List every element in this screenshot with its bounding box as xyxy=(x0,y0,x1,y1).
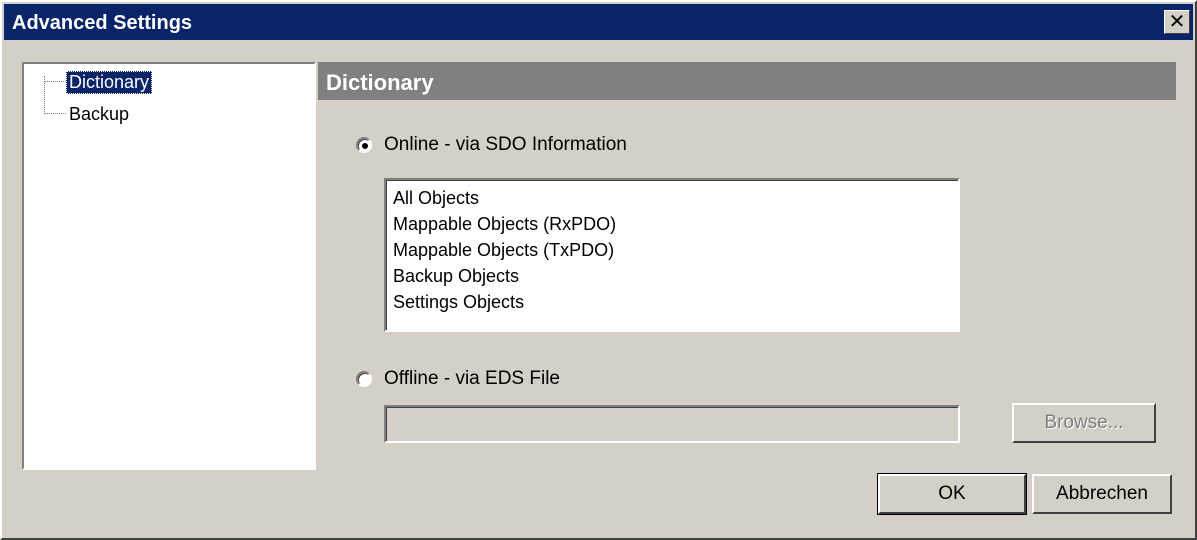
section-header: Dictionary xyxy=(318,62,1176,100)
title-bar: Advanced Settings ✕ xyxy=(4,4,1193,40)
tree-branch-line xyxy=(44,113,66,127)
settings-tree: Dictionary Backup xyxy=(22,62,316,470)
section-title: Dictionary xyxy=(326,70,434,95)
close-icon: ✕ xyxy=(1168,11,1186,33)
online-radio-label: Online - via SDO Information xyxy=(384,134,627,155)
radio-unchecked-icon xyxy=(356,371,372,387)
eds-file-field[interactable] xyxy=(384,405,960,443)
list-item[interactable]: All Objects xyxy=(393,185,958,211)
tree-item-label: Dictionary xyxy=(66,70,153,94)
list-item[interactable]: Backup Objects xyxy=(393,263,958,289)
object-filter-list[interactable]: All Objects Mappable Objects (RxPDO) Map… xyxy=(384,178,960,332)
online-radio[interactable]: Online - via SDO Information xyxy=(356,134,627,156)
offline-radio-label: Offline - via EDS File xyxy=(384,368,560,389)
tree-branch-line xyxy=(44,81,66,95)
tree-item-dictionary[interactable]: Dictionary xyxy=(44,69,153,95)
close-button[interactable]: ✕ xyxy=(1164,10,1190,34)
cancel-button[interactable]: Abbrechen xyxy=(1032,474,1172,514)
tree-item-backup[interactable]: Backup xyxy=(44,101,132,127)
list-item[interactable]: Mappable Objects (RxPDO) xyxy=(393,211,958,237)
list-item[interactable]: Settings Objects xyxy=(393,289,958,315)
offline-radio[interactable]: Offline - via EDS File xyxy=(356,368,560,390)
window-title: Advanced Settings xyxy=(12,12,193,34)
browse-button[interactable]: Browse... xyxy=(1012,403,1156,443)
ok-button[interactable]: OK xyxy=(877,473,1027,515)
tree-item-label: Backup xyxy=(69,103,130,124)
radio-checked-icon xyxy=(356,137,372,153)
list-item[interactable]: Mappable Objects (TxPDO) xyxy=(393,237,958,263)
